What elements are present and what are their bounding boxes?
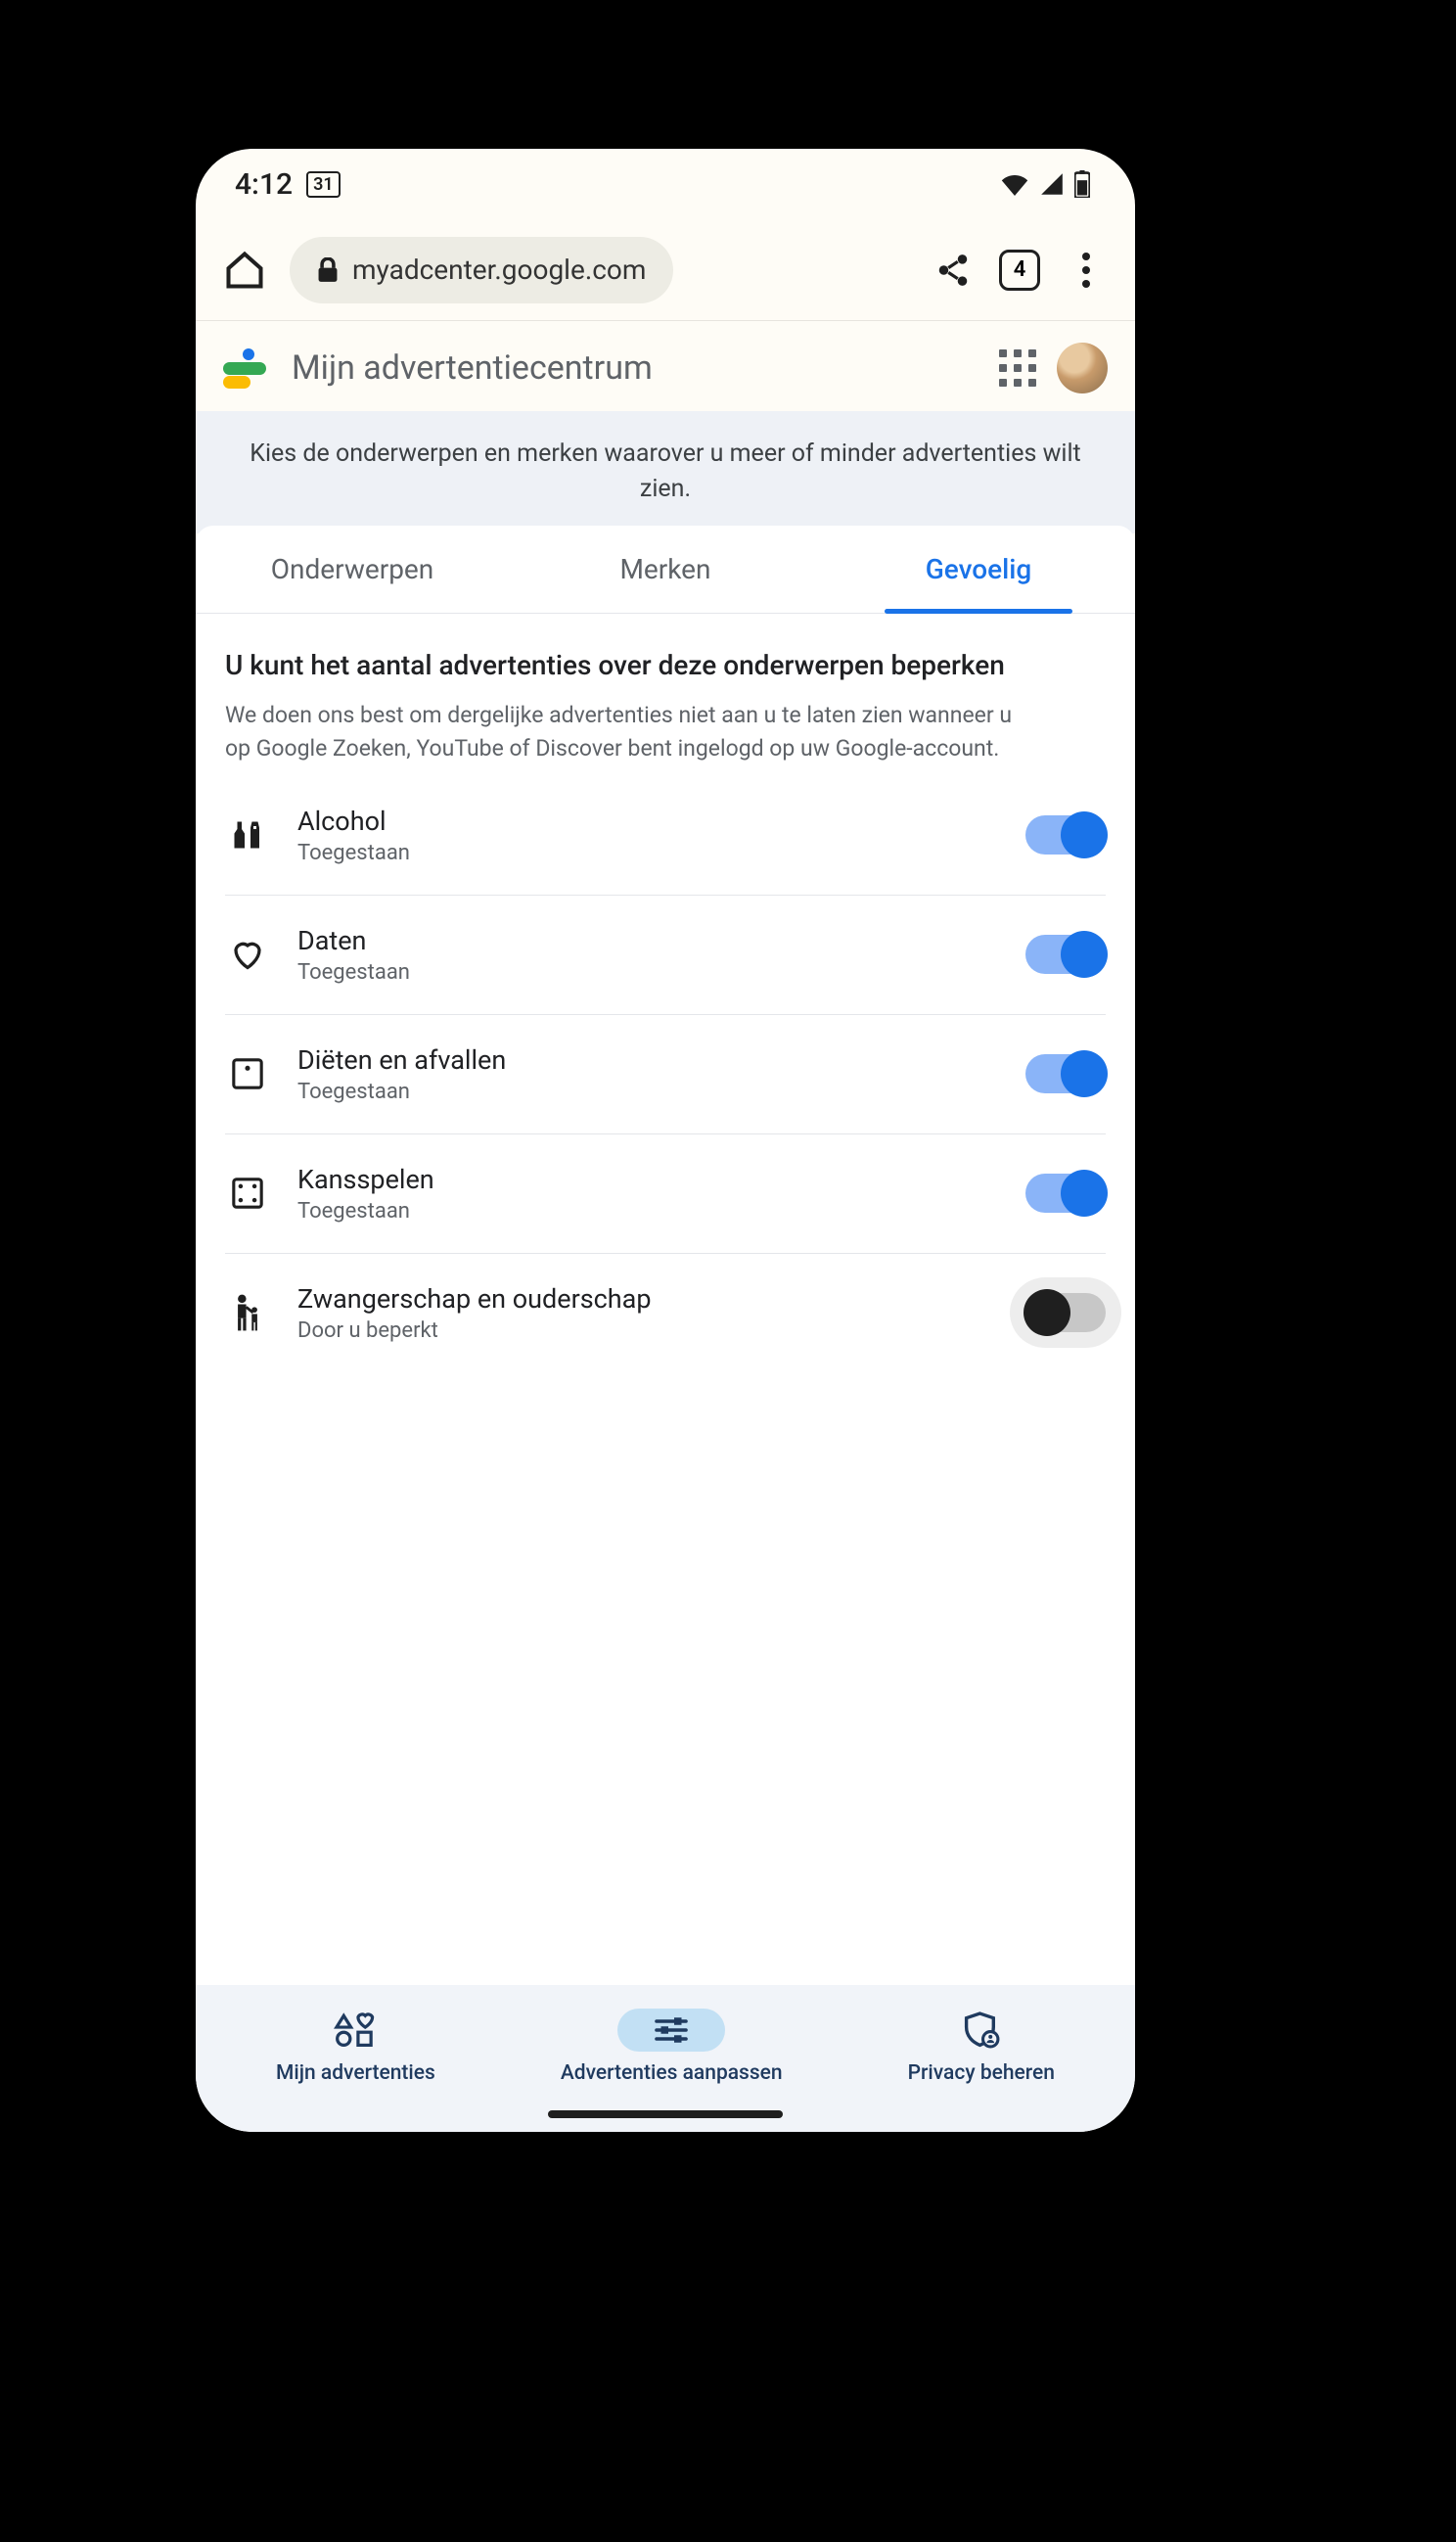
url-text: myadcenter.google.com	[352, 254, 646, 286]
content-scroll[interactable]: U kunt het aantal advertenties over deze…	[196, 614, 1135, 1986]
topic-subtitle: Toegestaan	[297, 960, 998, 985]
topic-title: Kansspelen	[297, 1164, 998, 1195]
status-time: 4:12	[235, 167, 293, 202]
tab-bar: Onderwerpen Merken Gevoelig	[196, 526, 1135, 614]
topic-row-zwangerschap: Zwangerschap en ouderschap Door u beperk…	[225, 1254, 1106, 1372]
google-apps-button[interactable]	[996, 347, 1039, 390]
topic-title: Zwangerschap en ouderschap	[297, 1283, 998, 1315]
section-description: We doen ons best om dergelijke advertent…	[225, 699, 1037, 764]
family-icon	[225, 1293, 270, 1332]
app-header: Mijn advertentiecentrum	[196, 321, 1135, 411]
tabs-button[interactable]: 4	[998, 249, 1041, 292]
address-bar[interactable]: myadcenter.google.com	[290, 237, 673, 303]
account-avatar[interactable]	[1057, 343, 1108, 393]
gesture-bar	[548, 2110, 783, 2118]
signal-icon	[1039, 172, 1065, 196]
tab-onderwerpen[interactable]: Onderwerpen	[196, 526, 509, 613]
share-icon	[934, 252, 972, 289]
heart-icon	[225, 937, 270, 972]
apps-grid-icon	[999, 349, 1036, 387]
tab-merken[interactable]: Merken	[509, 526, 822, 613]
nav-label: Privacy beheren	[908, 2061, 1055, 2085]
home-button[interactable]	[223, 249, 266, 292]
overflow-menu-button[interactable]	[1065, 249, 1108, 292]
more-vert-icon	[1082, 253, 1090, 288]
section-title: U kunt het aantal advertenties over deze…	[225, 647, 1037, 684]
topic-subtitle: Toegestaan	[297, 1199, 998, 1224]
toggle-alcohol[interactable]	[1025, 815, 1106, 855]
topic-row-dieten: Diëten en afvallen Toegestaan	[225, 1015, 1106, 1134]
battery-icon	[1074, 170, 1090, 198]
ad-center-logo-icon	[223, 348, 274, 388]
topic-title: Diëten en afvallen	[297, 1044, 998, 1076]
topic-title: Alcohol	[297, 806, 998, 837]
lock-icon	[317, 257, 339, 283]
status-bar: 4:12 31	[196, 149, 1135, 219]
topic-row-kansspelen: Kansspelen Toegestaan	[225, 1134, 1106, 1254]
toggle-daten[interactable]	[1025, 935, 1106, 974]
toggle-dieten[interactable]	[1025, 1054, 1106, 1093]
topic-subtitle: Toegestaan	[297, 1080, 998, 1104]
shapes-icon	[330, 2009, 381, 2052]
topic-row-alcohol: Alcohol Toegestaan	[225, 776, 1106, 896]
tune-icon	[617, 2009, 725, 2052]
topic-subtitle: Door u beperkt	[297, 1318, 998, 1343]
calendar-icon: 31	[306, 171, 341, 198]
phone-frame: 4:12 31 myadcenter.google.com 4	[176, 127, 1155, 2153]
tabs-count: 4	[999, 250, 1040, 291]
topic-row-daten: Daten Toegestaan	[225, 896, 1106, 1015]
home-icon	[223, 249, 266, 292]
nav-privacy-beheren[interactable]: Privacy beheren	[908, 2009, 1055, 2085]
nav-label: Advertenties aanpassen	[561, 2061, 783, 2085]
page-subheading: Kies de onderwerpen en merken waarover u…	[196, 411, 1135, 533]
scale-icon	[225, 1057, 270, 1090]
toggle-kansspelen[interactable]	[1025, 1174, 1106, 1213]
dice-icon	[225, 1177, 270, 1210]
page-title: Mijn advertentiecentrum	[292, 348, 978, 388]
nav-advertenties-aanpassen[interactable]: Advertenties aanpassen	[561, 2009, 783, 2085]
tab-gevoelig[interactable]: Gevoelig	[822, 526, 1135, 613]
browser-toolbar: myadcenter.google.com 4	[196, 219, 1135, 321]
nav-mijn-advertenties[interactable]: Mijn advertenties	[276, 2009, 435, 2085]
shield-user-icon	[956, 2009, 1007, 2052]
phone-screen: 4:12 31 myadcenter.google.com 4	[196, 149, 1135, 2132]
topic-subtitle: Toegestaan	[297, 841, 998, 865]
alcohol-icon	[225, 817, 270, 853]
toggle-zwangerschap[interactable]	[1025, 1293, 1106, 1332]
nav-label: Mijn advertenties	[276, 2061, 435, 2085]
topic-title: Daten	[297, 925, 998, 956]
wifi-icon	[1000, 172, 1029, 196]
share-button[interactable]	[932, 249, 975, 292]
